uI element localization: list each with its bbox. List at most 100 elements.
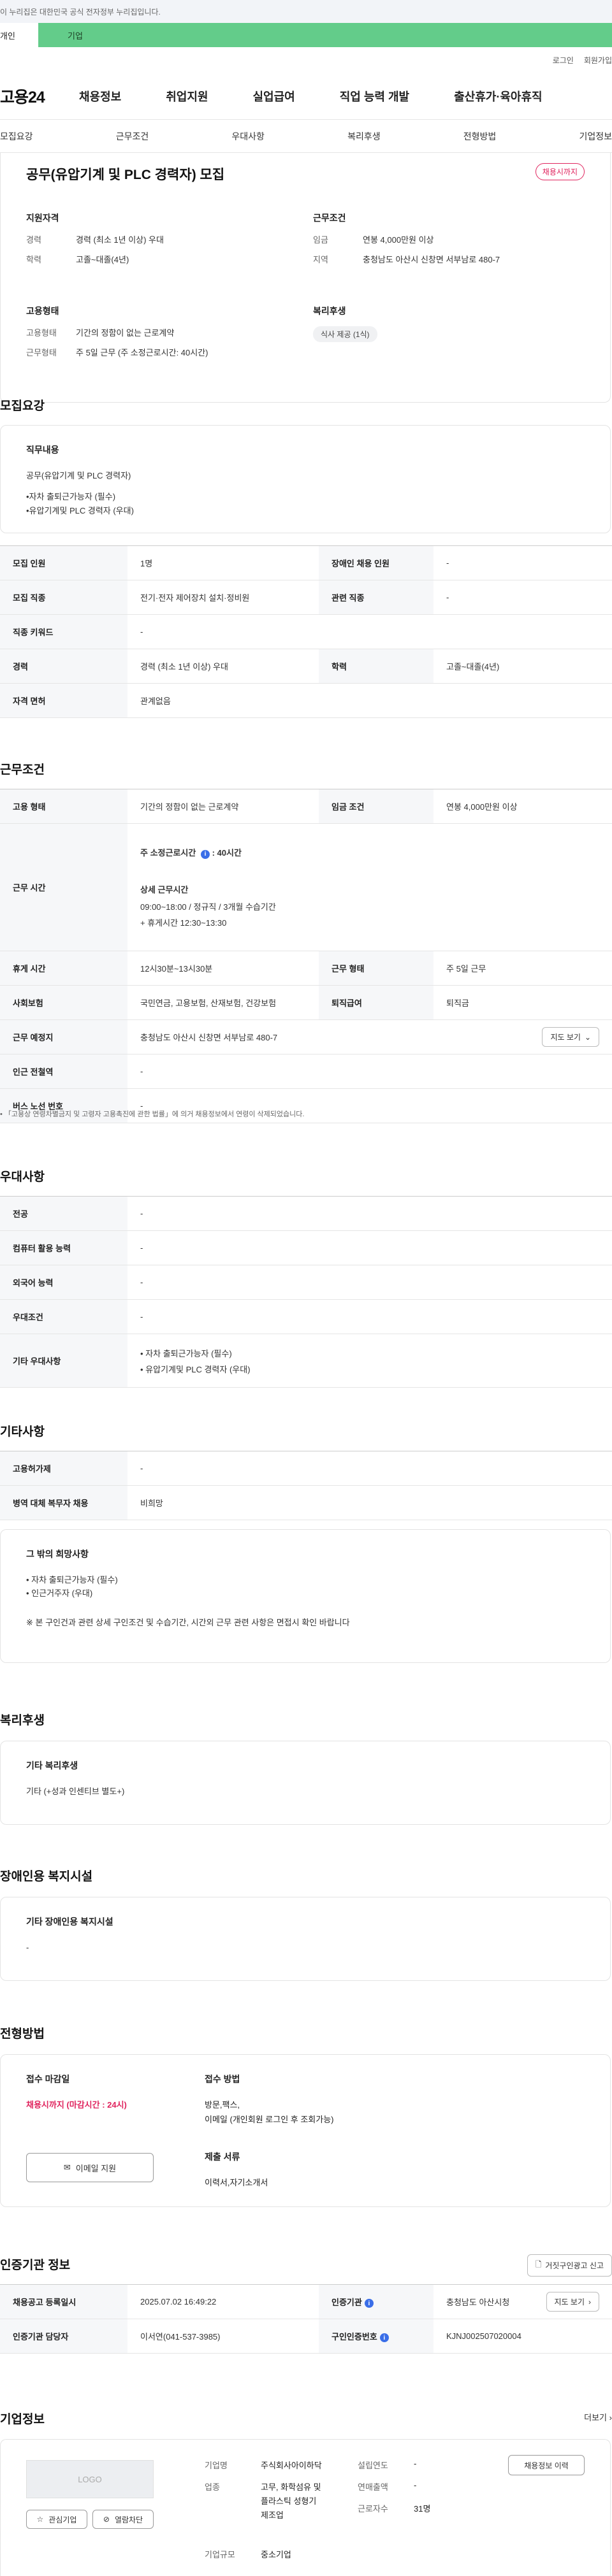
- table-header: 경력: [0, 649, 127, 684]
- docs-value: 이력서,자기소개서: [205, 2178, 268, 2187]
- info-icon[interactable]: i: [379, 2333, 389, 2343]
- table-row: 자격 면허 관계없음: [0, 683, 612, 718]
- agency-map-button[interactable]: 지도 보기 ›: [546, 2292, 599, 2312]
- table-cell: 퇴직금: [433, 985, 612, 1020]
- qualification-heading: 지원자격: [26, 213, 59, 223]
- table-cell: -: [127, 1299, 612, 1334]
- disab-box: 기타 장애인용 복지시설 -: [0, 1897, 611, 1981]
- table-row: 직종 키워드 -: [0, 614, 612, 649]
- value-work-form: 주 5일 근무 (주 소정근로시간: 40시간): [76, 348, 208, 357]
- job-summary-card: 공무(유압기계 및 PLC 경력자) 모집 채용시까지 지원자격 경력 경력 (최…: [0, 153, 611, 403]
- deadline-block: 접수 마감일 채용시까지 (마감시간 : 24시): [26, 2073, 127, 2110]
- join-link[interactable]: 회원가입: [584, 55, 612, 66]
- tab-selection[interactable]: 전형방법: [463, 130, 497, 143]
- duty-box: 직무내용 공무(유압기계 및 PLC 경력자) •자차 출퇴근가능자 (필수) …: [0, 425, 611, 533]
- mail-icon: ✉: [63, 2162, 71, 2172]
- pref-line: • 자차 출퇴근가능자 (필수): [140, 1348, 232, 1358]
- weekly-hours-label: 주 소정근로시간: [140, 848, 196, 858]
- block-icon: ⊘: [103, 2515, 110, 2524]
- tab-work[interactable]: 근무조건: [116, 130, 149, 143]
- gnb-item-benefit[interactable]: 실업급여: [253, 88, 295, 104]
- table-cell: -: [127, 1196, 612, 1231]
- chevron-right-icon: ›: [609, 2413, 612, 2422]
- tab-business[interactable]: 기업: [38, 23, 612, 47]
- info-icon[interactable]: i: [364, 2299, 374, 2308]
- wish-note: ※ 본 구인건과 관련 상세 구인조건 및 수습기간, 시간외 근무 관련 사항…: [26, 1617, 350, 1627]
- table-header: 인증기관 i: [319, 2284, 433, 2319]
- table-cell: 비희망: [127, 1485, 612, 1520]
- block-company-button[interactable]: ⊘ 열람차단: [92, 2510, 154, 2529]
- table-header: 장애인 채용 인원: [319, 545, 433, 580]
- table-cell: -: [433, 545, 612, 580]
- label-education: 학력: [26, 255, 41, 264]
- weekly-hours-value: : 40시간: [212, 848, 242, 858]
- docs-label: 제출 서류: [205, 2152, 240, 2162]
- table-header: 관련 직종: [319, 580, 433, 615]
- favorite-company-button[interactable]: ☆ 관심기업: [26, 2510, 87, 2529]
- duty-line: •유압기계및 PLC 경력자 (우대): [26, 505, 134, 515]
- table-header: 자격 면허: [0, 683, 127, 718]
- industry-line: 제조업: [261, 2510, 284, 2521]
- gnb-item-support[interactable]: 취업지원: [166, 88, 208, 104]
- gov-notice: 이 누리집은 대한민국 공식 전자정부 누리집입니다.: [0, 0, 612, 23]
- login-link[interactable]: 로그인: [553, 55, 574, 66]
- table-cell: 충청남도 아산시청 지도 보기 ›: [433, 2284, 612, 2319]
- map-view-button[interactable]: 지도 보기 ⌄: [542, 1027, 599, 1047]
- established-value: -: [414, 2459, 417, 2468]
- star-icon: ☆: [36, 2515, 44, 2524]
- gnb-item-leave[interactable]: 출산휴가·육아휴직: [454, 88, 542, 104]
- tab-pref[interactable]: 우대사항: [231, 130, 265, 143]
- recruit-history-button[interactable]: 채용정보 이력: [508, 2455, 585, 2475]
- table-cell: 경력 (최소 1년 이상) 우대: [127, 649, 319, 684]
- report-fake-ad-button[interactable]: 🗋 거짓구인광고 신고: [527, 2254, 612, 2277]
- company-heading: 기업정보: [0, 2413, 45, 2426]
- table-cell: 연봉 4,000만원 이상: [433, 789, 612, 824]
- value-education: 고졸~대졸(4년): [76, 255, 129, 264]
- tab-personal[interactable]: 개인: [0, 23, 38, 47]
- email-apply-button[interactable]: ✉ 이메일 지원: [26, 2153, 154, 2182]
- info-icon[interactable]: i: [200, 849, 210, 859]
- gnb-item-training[interactable]: 직업 능력 개발: [340, 88, 409, 104]
- staff-label: 근로자수: [358, 2504, 388, 2514]
- report-button-label: 거짓구인광고 신고: [545, 2261, 604, 2270]
- pref-table: 전공 - 컴퓨터 활용 능력 - 외국어 능력 - 우대조건 - 기타 우대사항 • 자…: [0, 1196, 612, 1388]
- table-header: 채용공고 등록일시: [0, 2284, 127, 2319]
- tab-company[interactable]: 기업정보: [579, 130, 612, 143]
- table-row: 모집 인원 1명 장애인 채용 인원 -: [0, 545, 612, 580]
- label-wage: 임금: [313, 235, 328, 245]
- tab-benefit[interactable]: 복리후생: [347, 130, 381, 143]
- table-row: 근무 예정지 충청남도 아산시 신창면 서부남로 480-7 지도 보기 ⌄: [0, 1019, 612, 1054]
- welfare-heading: 복리후생: [313, 306, 346, 316]
- sales-value: -: [414, 2480, 417, 2490]
- table-row: 사회보험 국민연금, 고용보험, 산재보험, 건강보험 퇴직급여 퇴직금: [0, 985, 612, 1020]
- detail-hours-value: 09:00~18:00 / 정규직 / 3개월 수습기간: [140, 902, 276, 912]
- age-footnote: • 「고용상 연령차별금지 및 고령자 고용촉진에 관한 법률」에 의거 채용정…: [0, 1109, 304, 1119]
- table-cell: -: [127, 614, 612, 649]
- selection-box: 접수 마감일 채용시까지 (마감시간 : 24시) ✉ 이메일 지원 접수 방법 …: [0, 2054, 611, 2207]
- gnb-item-jobs[interactable]: 채용정보: [79, 88, 121, 104]
- duty-heading: 직무내용: [26, 445, 59, 455]
- table-row: 고용허가제 -: [0, 1451, 612, 1486]
- company-name-value: 주식회사아이하닥: [261, 2461, 322, 2470]
- method-block: 접수 방법 방문,팩스, 이메일 (개인회원 로그인 후 조회가능) 제출 서류…: [205, 2073, 334, 2188]
- table-row: 근무 시간 주 소정근로시간 i : 40시간 상세 근무시간 09:00~18…: [0, 823, 612, 951]
- table-cell: -: [127, 1054, 612, 1089]
- bullet-icon: •: [0, 1111, 4, 1118]
- table-header: 임금 조건: [319, 789, 433, 824]
- company-more-link[interactable]: 더보기 ›: [584, 2411, 612, 2423]
- favorite-label: 관심기업: [48, 2515, 77, 2524]
- table-row: 경력 경력 (최소 1년 이상) 우대 학력 고졸~대졸(4년): [0, 649, 612, 684]
- value-wage: 연봉 4,000만원 이상: [363, 235, 434, 245]
- work-table: 고용 형태 기간의 정함이 없는 근로계약 임금 조건 연봉 4,000만원 이상 …: [0, 789, 612, 1123]
- industry-line: 플라스틱 성형기: [261, 2496, 317, 2507]
- company-logo: LOGO: [26, 2460, 154, 2498]
- table-header: 우대조건: [0, 1299, 127, 1334]
- employment-heading: 고용형태: [26, 306, 59, 316]
- table-cell: 고졸~대졸(4년): [433, 649, 612, 684]
- staff-value: 31명: [414, 2504, 431, 2514]
- table-cell: -: [127, 1265, 612, 1300]
- site-logo[interactable]: 고용24: [0, 85, 79, 108]
- table-header: 고용 형태: [0, 789, 127, 824]
- tab-recruit[interactable]: 모집요강: [0, 130, 33, 143]
- wish-line: • 인근거주자 (우대): [26, 1588, 93, 1599]
